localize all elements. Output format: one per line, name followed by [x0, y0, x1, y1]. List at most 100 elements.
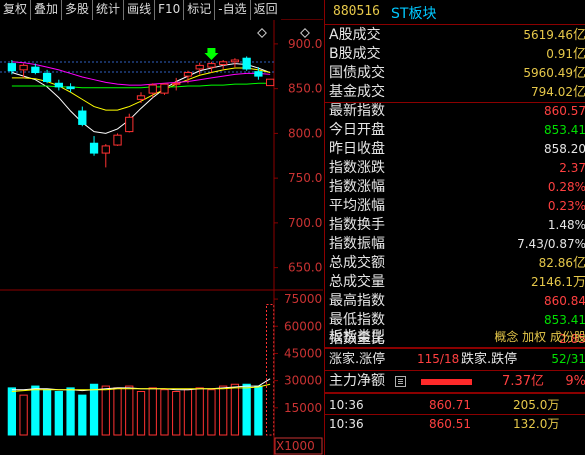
stat-row: 今日开盘 853.41	[325, 121, 585, 140]
toolbar-button[interactable]: 叠加	[31, 0, 63, 20]
stat-label: 指数涨幅	[329, 179, 385, 195]
list-icon[interactable]	[395, 376, 406, 387]
stat-row: 总成交量 2146.1万	[325, 273, 585, 292]
net-flow-bar	[421, 379, 472, 385]
volume-bar	[172, 391, 181, 436]
stat-label: 指数振幅	[329, 236, 385, 252]
price-axis-label: 850.0	[288, 82, 322, 96]
divider	[325, 414, 585, 415]
volume-axis-label: 30000	[284, 374, 322, 388]
fall-label: 跌家.跌停	[461, 352, 518, 367]
volume-bar	[254, 385, 263, 436]
volume-bar	[136, 391, 146, 436]
stat-number: 5960.49	[523, 66, 573, 80]
stat-value: 1.48%	[548, 216, 585, 235]
tick-time: 10:36	[329, 417, 364, 431]
stat-unit: 亿	[572, 256, 585, 271]
volume-axis-label: 75000	[284, 292, 322, 306]
volume-bar	[19, 394, 28, 436]
net-flow-pct: 9%	[565, 374, 585, 389]
updown-row: 涨家.涨停 115/18 跌家.跌停 52/31	[325, 350, 585, 369]
stat-value: 0.28%	[548, 178, 585, 197]
chart-canvas[interactable]: 900.0 850.0 800.0 750.0 700.0 650.0 75000 60000…	[0, 20, 323, 455]
toolbar-button[interactable]: -自选	[215, 0, 251, 20]
stat-number: 2146.1	[530, 275, 573, 289]
stat-row: 指数涨幅 0.28%	[325, 178, 585, 197]
type-label: 板指类型	[329, 329, 385, 345]
tick-vol: 205.0万	[513, 398, 560, 412]
stat-value: 860.84	[544, 292, 585, 311]
index-name[interactable]: ST板块	[391, 3, 436, 23]
type-row: 板指类型 概念 加权 成份股	[325, 328, 585, 347]
stat-label: 总成交量	[329, 274, 385, 290]
toolbar-button[interactable]: 画线	[124, 0, 156, 20]
candle-down	[7, 63, 17, 72]
net-flow-value: 7.37亿	[502, 374, 544, 389]
price-axis-label: 800.0	[288, 126, 322, 140]
candle-up	[183, 72, 193, 77]
stat-value: 794.02亿	[531, 83, 585, 102]
volume-bar	[101, 385, 110, 436]
candle-up	[113, 134, 122, 146]
stat-label: 基金成交	[329, 84, 385, 100]
index-code: 880516	[333, 4, 380, 19]
volume-bar	[7, 387, 17, 436]
stat-row: 指数涨跌 2.37	[325, 159, 585, 178]
index-header: 880516 ST板块	[325, 0, 585, 24]
stat-number: 0.23%	[547, 199, 585, 213]
divider	[325, 370, 585, 371]
toolbar-button[interactable]: 多股	[62, 0, 94, 20]
volume-bar	[195, 387, 204, 436]
type-value[interactable]: 概念 加权 成份股	[494, 328, 585, 347]
toolbar-button[interactable]: 返回	[250, 0, 281, 20]
stat-unit: 亿	[572, 85, 585, 100]
stat-value: 2.37	[559, 159, 585, 178]
toolbar-button[interactable]: 复权	[0, 0, 32, 20]
candle-up	[195, 64, 204, 70]
volume-axis-label: 45000	[284, 346, 322, 360]
stat-value: 7.43/0.87%	[517, 235, 585, 254]
price-axis-label: 900.0	[288, 37, 322, 51]
stat-row: 总成交额 82.86亿	[325, 254, 585, 273]
stat-label: 指数换手	[329, 217, 385, 233]
stat-unit: 万	[572, 275, 585, 290]
stat-value: 0.91亿	[546, 45, 585, 64]
stat-number: 5619.46	[523, 28, 573, 42]
net-flow-row: 主力净额 7.37亿 9%	[325, 372, 585, 391]
candle-down	[254, 71, 263, 77]
price-axis-label: 700.0	[288, 216, 322, 230]
volume-bar	[160, 389, 169, 436]
stat-value: 853.41	[544, 121, 585, 140]
net-flow-label: 主力净额	[329, 373, 385, 389]
price-axis-label: 750.0	[288, 171, 322, 185]
stat-value: 5960.49亿	[523, 64, 585, 83]
stat-row: 指数换手 1.48%	[325, 216, 585, 235]
tick-row: 10:36 860.51 132.0万	[325, 415, 585, 433]
toolbar-button[interactable]: 标记	[184, 0, 216, 20]
stat-label: 今日开盘	[329, 122, 385, 138]
stat-row: 平均涨幅 0.23%	[325, 197, 585, 216]
toolbar-button[interactable]: F10	[155, 0, 185, 20]
candle-up	[136, 95, 146, 100]
stat-row: 基金成交 794.02亿	[325, 83, 585, 102]
tick-price: 860.51	[429, 417, 471, 431]
kline-chart[interactable]: 900.0 850.0 800.0 750.0 700.0 650.0 75000 60000…	[0, 20, 323, 455]
volume-bar	[31, 385, 40, 436]
tick-price: 860.71	[429, 398, 471, 412]
stat-unit: 亿	[572, 28, 585, 43]
volume-bar	[230, 383, 240, 436]
stat-number: 860.84	[544, 294, 585, 308]
stat-label: 最新指数	[329, 103, 385, 119]
stat-number: 0.28%	[547, 180, 585, 194]
candle-down	[78, 110, 87, 125]
candle-down	[54, 82, 63, 88]
volume-bar	[89, 383, 99, 436]
stat-value: 858.20	[544, 140, 585, 159]
candle-up	[219, 61, 228, 65]
stat-number: 853.41	[544, 123, 585, 137]
volume-bar	[66, 387, 75, 436]
toolbar: 复权 叠加 多股 统计 画线 F10 标记 -自选 返回	[0, 0, 323, 20]
toolbar-button[interactable]: 统计	[93, 0, 125, 20]
fall-value: 52/31	[551, 352, 585, 366]
candle-up	[101, 145, 110, 154]
